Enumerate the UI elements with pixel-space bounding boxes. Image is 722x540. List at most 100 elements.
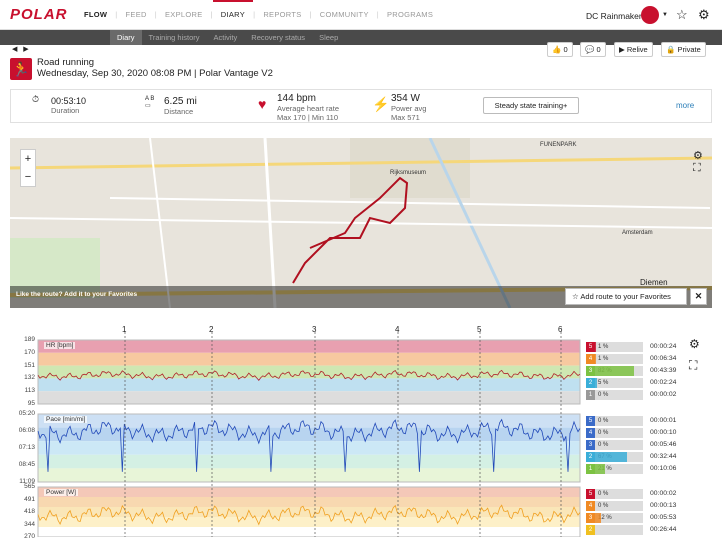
hr-zone-number: 2 [586,378,595,388]
like-count: 0 [563,45,567,54]
hr-zone-time: 00:00:24 [650,343,676,350]
thumbs-up-icon: 👍 [552,45,561,54]
power-max: Max 571 [391,113,426,122]
power-tick-label: 344 [2,521,35,528]
lightning-icon: ⚡ [372,96,389,113]
tab-activity[interactable]: Activity [207,30,245,45]
fullscreen-icon[interactable]: ⛶ [693,162,701,174]
user-name[interactable]: DC Rainmaker [586,11,642,21]
zoom-in-button[interactable]: + [21,150,35,168]
pace-zone-band [38,468,580,482]
training-benefit-button[interactable]: Steady state training+ [483,97,579,114]
zoom-control[interactable]: +− [20,149,36,187]
power-zone-time: 00:05:53 [650,514,676,521]
nav-community[interactable]: COMMUNITY [312,0,377,30]
tab-sleep[interactable]: Sleep [312,30,345,45]
comment-button[interactable]: 💬 0 [580,42,606,57]
distance-stat: 6.25 miDistance [164,96,197,116]
nav-diary[interactable]: DIARY [213,0,253,30]
pace-zone-number: 5 [586,416,595,426]
hr-zone-bar [595,366,634,376]
tab-training-history[interactable]: Training history [142,30,207,45]
hr-zone-band [38,378,580,391]
tab-recovery-status[interactable]: Recovery status [244,30,312,45]
graph-fullscreen-icon[interactable]: ⛶ [689,358,697,373]
hr-zone-number: 3 [586,366,595,376]
hr-tick-label: 170 [2,349,35,356]
pace-zone-time: 00:00:10 [650,429,676,436]
power-zone-band [38,497,580,507]
like-button[interactable]: 👍 0 [547,42,573,57]
duration-value: 00:53:10 [51,96,86,106]
session-sport: Road running [37,57,94,68]
zoom-out-button[interactable]: − [21,168,35,186]
hr-tick-label: 113 [2,387,35,394]
power-zone-band [38,517,580,527]
avatar[interactable] [641,6,659,24]
chevron-down-icon[interactable]: ▼ [662,12,668,18]
hr-stat: 144 bpmAverage heart rateMax 170 | Min 1… [277,93,339,122]
favorites-button-label: Add route to your Favorites [580,292,670,301]
gear-icon[interactable]: ⚙ [698,7,710,23]
pace-zone-bar [595,464,605,474]
power-zone-number: 4 [586,501,595,511]
hr-value: 144 bpm [277,93,339,104]
power-zone-bar [595,513,601,523]
pace-zone-bar [595,452,627,462]
pace-zone-number: 3 [586,440,595,450]
hr-tick-label: 132 [2,374,35,381]
map-label-funenpark: FUNENPARK [540,142,577,148]
star-icon[interactable]: ☆ [676,7,688,23]
close-button[interactable]: ✕ [690,288,707,305]
power-value: 354 W [391,93,426,104]
nav-reports[interactable]: REPORTS [255,0,309,30]
private-label: Private [677,45,700,54]
hr-zone-bar [595,378,597,388]
power-stat: 354 WPower avgMax 571 [391,93,426,122]
star-outline-icon: ☆ [572,292,579,301]
nav-explore[interactable]: EXPLORE [157,0,211,30]
main-nav: FLOW | FEED | EXPLORE | DIARY | REPORTS … [84,0,441,30]
map-settings-icon[interactable]: ⚙⛶ [693,149,703,175]
nav-programs[interactable]: PROGRAMS [379,0,441,30]
polar-logo[interactable]: POLAR [10,6,68,23]
comment-count: 0 [596,45,600,54]
pace-zone-time: 00:32:44 [650,453,676,460]
more-link[interactable]: more [676,101,694,110]
nav-feed[interactable]: FEED [118,0,155,30]
hr-zone-number: 1 [586,390,595,400]
pace-zone-time: 00:05:46 [650,441,676,448]
top-navigation: POLAR FLOW | FEED | EXPLORE | DIARY | RE… [0,0,722,30]
power-zone-time: 00:00:13 [650,502,676,509]
tab-diary[interactable]: Diary [110,30,142,45]
power-panel-label: Power [W] [44,489,78,496]
hr-zone-time: 00:00:02 [650,391,676,398]
graph-settings-icon[interactable]: ⚙ [689,337,700,351]
add-to-favorites-button[interactable]: ☆ Add route to your Favorites [565,288,687,305]
pace-tick-label: 05:20 [2,410,35,417]
duration-label: Duration [51,106,86,115]
lock-icon: 🔒 [666,45,675,54]
nav-flow[interactable]: FLOW [84,0,115,30]
power-zone-number: 2 [586,525,595,535]
hr-zone-time: 00:06:34 [650,355,676,362]
favorites-prompt: Like the route? Add it to your Favorites [16,291,137,298]
prev-next-arrows[interactable]: ◀ ▶ [12,45,29,53]
power-tick-label: 418 [2,508,35,515]
distance-icon: A B▭ [145,96,154,109]
pace-zone-band [38,441,580,455]
stopwatch-icon: ⏱ [32,94,39,105]
heart-icon: ♥ [258,96,266,112]
pace-zone-band [38,455,580,469]
hr-zone-band [38,340,580,353]
private-button[interactable]: 🔒 Private [661,42,706,57]
distance-label: Distance [164,107,197,116]
pace-zone-number: 2 [586,452,595,462]
hr-zone-number: 5 [586,342,595,352]
power-label: Power avg [391,104,426,113]
running-icon: 🏃 [10,58,32,80]
duration-stat: 00:53:10Duration [51,96,86,115]
route-map[interactable]: Rijksmuseum FUNENPARK Amsterdam Diemen +… [10,138,712,308]
hr-zone-band [38,366,580,379]
relive-button[interactable]: ▶ Relive [614,42,653,57]
